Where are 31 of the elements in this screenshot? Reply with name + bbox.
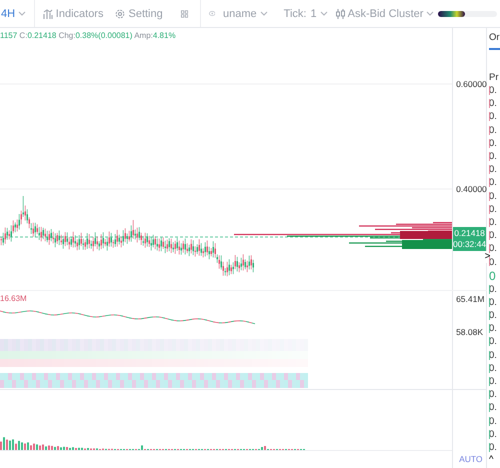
price-tick: 0.60000: [456, 79, 487, 89]
candle-icon: [336, 8, 345, 18]
volume-tick: 65.41M: [456, 294, 484, 304]
color-scale-drawing: [438, 10, 466, 16]
ohlc-legend: 1157 C:0.21418 Chg:0.38%(0.00081) Amp:4.81%: [0, 31, 176, 40]
tick-dropdown[interactable]: 1: [306, 4, 332, 24]
price-tick: 0.40000: [456, 184, 487, 194]
countdown-timer: 00:32:44: [453, 239, 486, 250]
volume-label: 16.63M: [0, 294, 27, 303]
eye-icon[interactable]: [208, 10, 216, 17]
expand-button[interactable]: >: [484, 251, 491, 263]
orders-tab[interactable]: Or: [489, 28, 500, 50]
settings-icon: [115, 8, 126, 18]
caret-icon: [320, 11, 328, 16]
bar-chart-icon: [42, 8, 53, 18]
collapse-button[interactable]: ^: [489, 454, 498, 466]
caret-icon: [426, 11, 434, 16]
price-header: Pr: [489, 72, 500, 84]
cluster-dropdown[interactable]: Ask-Bid Cluster: [332, 4, 438, 24]
indicators-button[interactable]: Indicators: [38, 4, 108, 24]
tick-label: Tick:: [284, 8, 306, 20]
settings-button[interactable]: Setting: [111, 4, 167, 24]
grid-icon[interactable]: [180, 8, 188, 18]
interval-dropdown[interactable]: 4H: [0, 4, 30, 24]
caret-icon: [18, 11, 26, 16]
auto-scale-button[interactable]: AUTO: [459, 454, 483, 464]
last-price: 0.21418: [454, 228, 485, 239]
caret-icon: [260, 11, 268, 16]
mid-price: 0: [489, 268, 497, 283]
user-dropdown[interactable]: uname: [219, 4, 272, 24]
volume-tick: 58.08K: [456, 327, 484, 337]
